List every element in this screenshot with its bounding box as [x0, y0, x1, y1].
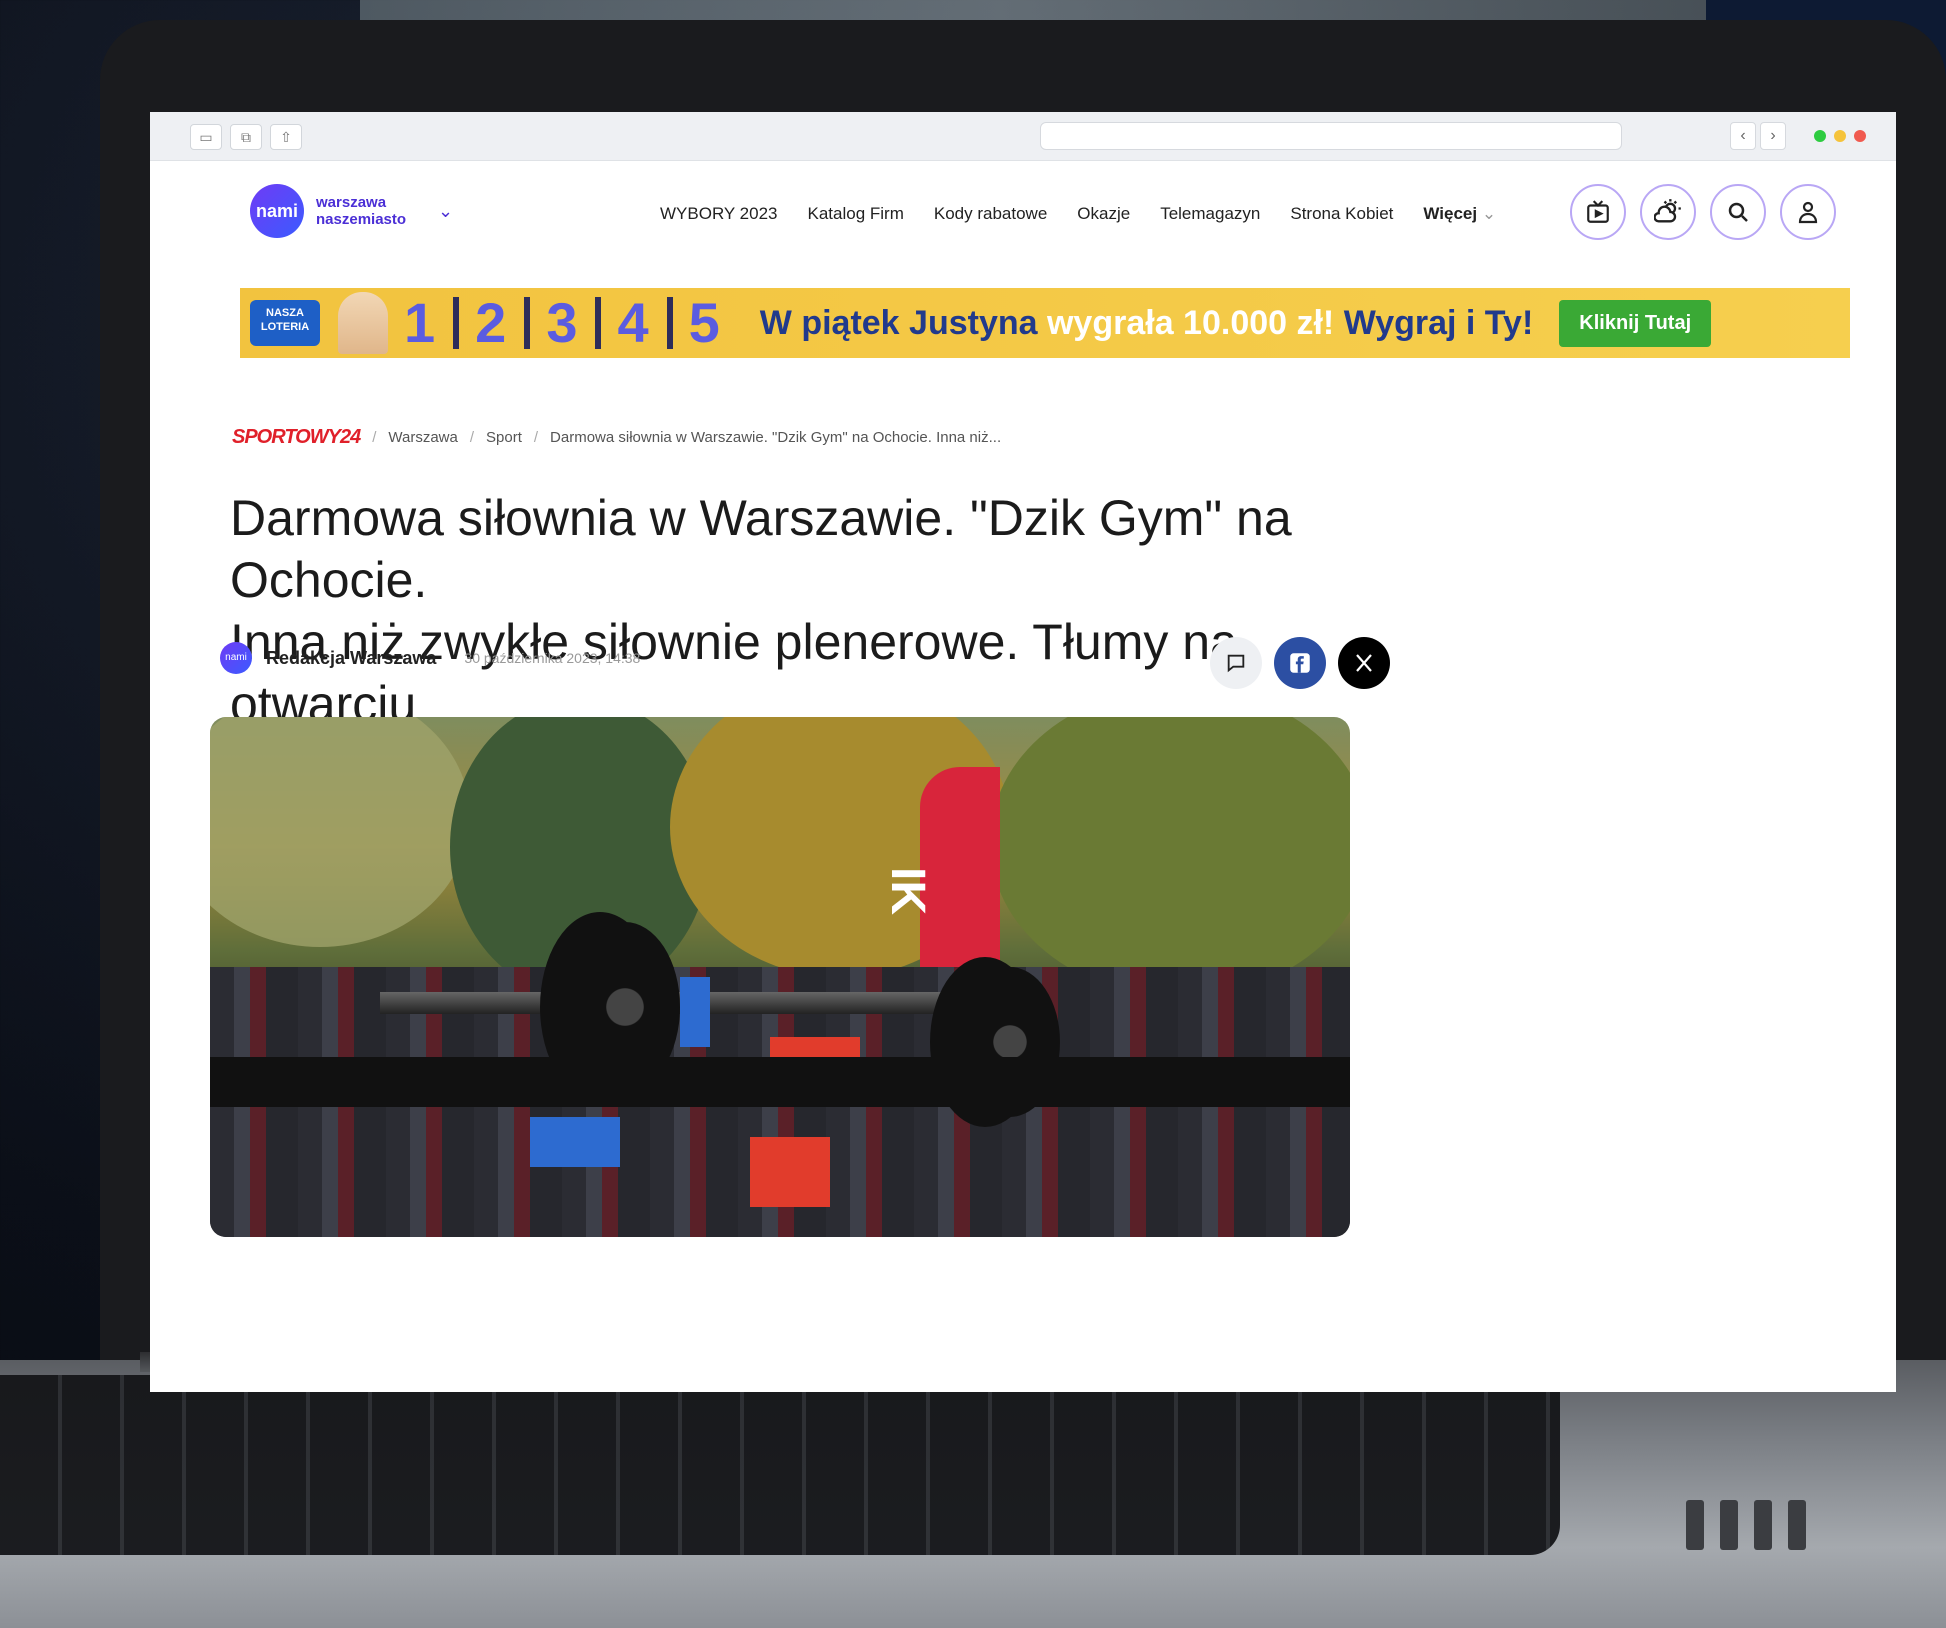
x-icon[interactable] — [1338, 637, 1390, 689]
banner-msg-part1: W piątek Justyna — [759, 303, 1047, 342]
browser-chrome: ▭ ⧉ ⇧ ‹ › — [150, 112, 1896, 161]
banner-separator — [666, 297, 673, 349]
author-name[interactable]: Redakcja Warszawa — [266, 648, 436, 669]
article-title-line-1: Darmowa siłownia w Warszawie. "Dzik Gym"… — [230, 490, 1292, 608]
publish-date: 30 października 2023, 14:38 — [464, 650, 641, 666]
nav-item-kody-rabatowe[interactable]: Kody rabatowe — [934, 204, 1047, 224]
photo-flag-text: IK — [881, 867, 934, 915]
photo-equipment — [530, 1117, 620, 1167]
nav-item-strona-kobiet[interactable]: Strona Kobiet — [1290, 204, 1393, 224]
banner-number-1: 1 — [404, 291, 436, 354]
maximize-dot-icon[interactable] — [1814, 130, 1826, 142]
back-arrow-icon[interactable]: ‹ — [1730, 122, 1756, 150]
banner-separator — [453, 297, 460, 349]
banner-separator — [595, 297, 602, 349]
tv-program-icon[interactable] — [1570, 184, 1626, 240]
logo-text: warszawa naszemiasto — [316, 194, 406, 228]
banner-cta-button[interactable]: Kliknij Tutaj — [1559, 299, 1712, 347]
banner-number-4: 4 — [617, 291, 649, 354]
breadcrumb-separator: / — [372, 429, 377, 446]
photo-railing — [210, 1057, 1350, 1107]
minimize-dot-icon[interactable] — [1834, 130, 1846, 142]
banner-msg-part2: Wygraj i Ty! — [1334, 303, 1534, 342]
comment-icon[interactable] — [1210, 637, 1262, 689]
banner-number-5: 5 — [688, 291, 720, 354]
nav-item-wybory[interactable]: WYBORY 2023 — [660, 204, 778, 224]
nav-item-telemagazyn[interactable]: Telemagazyn — [1160, 204, 1260, 224]
window-controls — [1814, 130, 1866, 142]
photo-equipment — [680, 977, 710, 1047]
history-arrows: ‹ › — [1730, 122, 1786, 150]
breadcrumb-separator: / — [533, 429, 539, 446]
photo-equipment — [750, 1137, 830, 1207]
sportowy24-logo[interactable]: SPORTOWY24 — [232, 426, 361, 449]
banner-msg-highlight: wygrała 10.000 zł! — [1046, 303, 1335, 342]
share-page-icon[interactable]: ⇧ — [270, 124, 302, 150]
header-icon-group — [1570, 184, 1836, 240]
banner-separator — [524, 297, 531, 349]
share-buttons — [1210, 637, 1390, 689]
author-avatar[interactable]: nami — [220, 642, 252, 674]
breadcrumb: SPORTOWY24 / Warszawa / Sport / Darmowa … — [232, 426, 1001, 449]
close-dot-icon[interactable] — [1854, 130, 1866, 142]
breadcrumb-item-sport[interactable]: Sport — [486, 429, 522, 446]
photo-tree — [210, 717, 470, 947]
logo-mark: nami — [250, 184, 304, 238]
site-header: nami warszawa naszemiasto ⌄ WYBORY 2023 … — [150, 160, 1896, 270]
weather-icon[interactable] — [1640, 184, 1696, 240]
facebook-icon[interactable] — [1274, 637, 1326, 689]
nav-item-more[interactable]: Więcej ⌄ — [1423, 204, 1496, 224]
author-row: nami Redakcja Warszawa 30 października 2… — [220, 642, 640, 674]
tab-icon[interactable]: ⧉ — [230, 124, 262, 150]
search-icon[interactable] — [1710, 184, 1766, 240]
sidebar-toggle-icon[interactable]: ▭ — [190, 124, 222, 150]
banner-number-2: 2 — [475, 291, 507, 354]
banner-person-image — [338, 292, 388, 354]
nav-more-label: Więcej — [1423, 204, 1478, 223]
lottery-banner[interactable]: NASZA LOTERIA 1 2 3 4 5 W piątek Justyna… — [240, 288, 1850, 358]
photo-tree — [990, 717, 1350, 997]
main-nav: WYBORY 2023 Katalog Firm Kody rabatowe O… — [660, 204, 1496, 224]
chevron-down-icon[interactable]: ⌄ — [438, 201, 453, 222]
address-bar[interactable] — [1040, 122, 1622, 150]
logo-line-1: warszawa — [316, 194, 387, 211]
chevron-down-icon: ⌄ — [1481, 204, 1497, 223]
article-hero-image[interactable]: IK — [210, 717, 1350, 1237]
breadcrumb-item-warszawa[interactable]: Warszawa — [388, 429, 457, 446]
laptop-keyboard — [0, 1375, 1560, 1555]
forward-arrow-icon[interactable]: › — [1760, 122, 1786, 150]
browser-nav-buttons: ▭ ⧉ ⇧ — [190, 124, 302, 150]
laptop-screen: ▭ ⧉ ⇧ ‹ › nami warszawa naszemiasto ⌄ WY… — [150, 112, 1896, 1392]
logo-line-2: naszemiasto — [316, 211, 407, 228]
banner-number-3: 3 — [546, 291, 578, 354]
laptop-ports — [1686, 1500, 1806, 1550]
nav-item-okazje[interactable]: Okazje — [1077, 204, 1130, 224]
breadcrumb-separator: / — [469, 429, 475, 446]
nav-item-katalog-firm[interactable]: Katalog Firm — [808, 204, 904, 224]
lottery-logo: NASZA LOTERIA — [250, 300, 320, 346]
banner-message: W piątek Justyna wygrała 10.000 zł! Wygr… — [760, 304, 1534, 343]
user-icon[interactable] — [1780, 184, 1836, 240]
breadcrumb-item-current: Darmowa siłownia w Warszawie. "Dzik Gym"… — [550, 429, 1002, 446]
article-title: Darmowa siłownia w Warszawie. "Dzik Gym"… — [230, 487, 1430, 735]
site-logo[interactable]: nami warszawa naszemiasto ⌄ — [250, 184, 453, 238]
